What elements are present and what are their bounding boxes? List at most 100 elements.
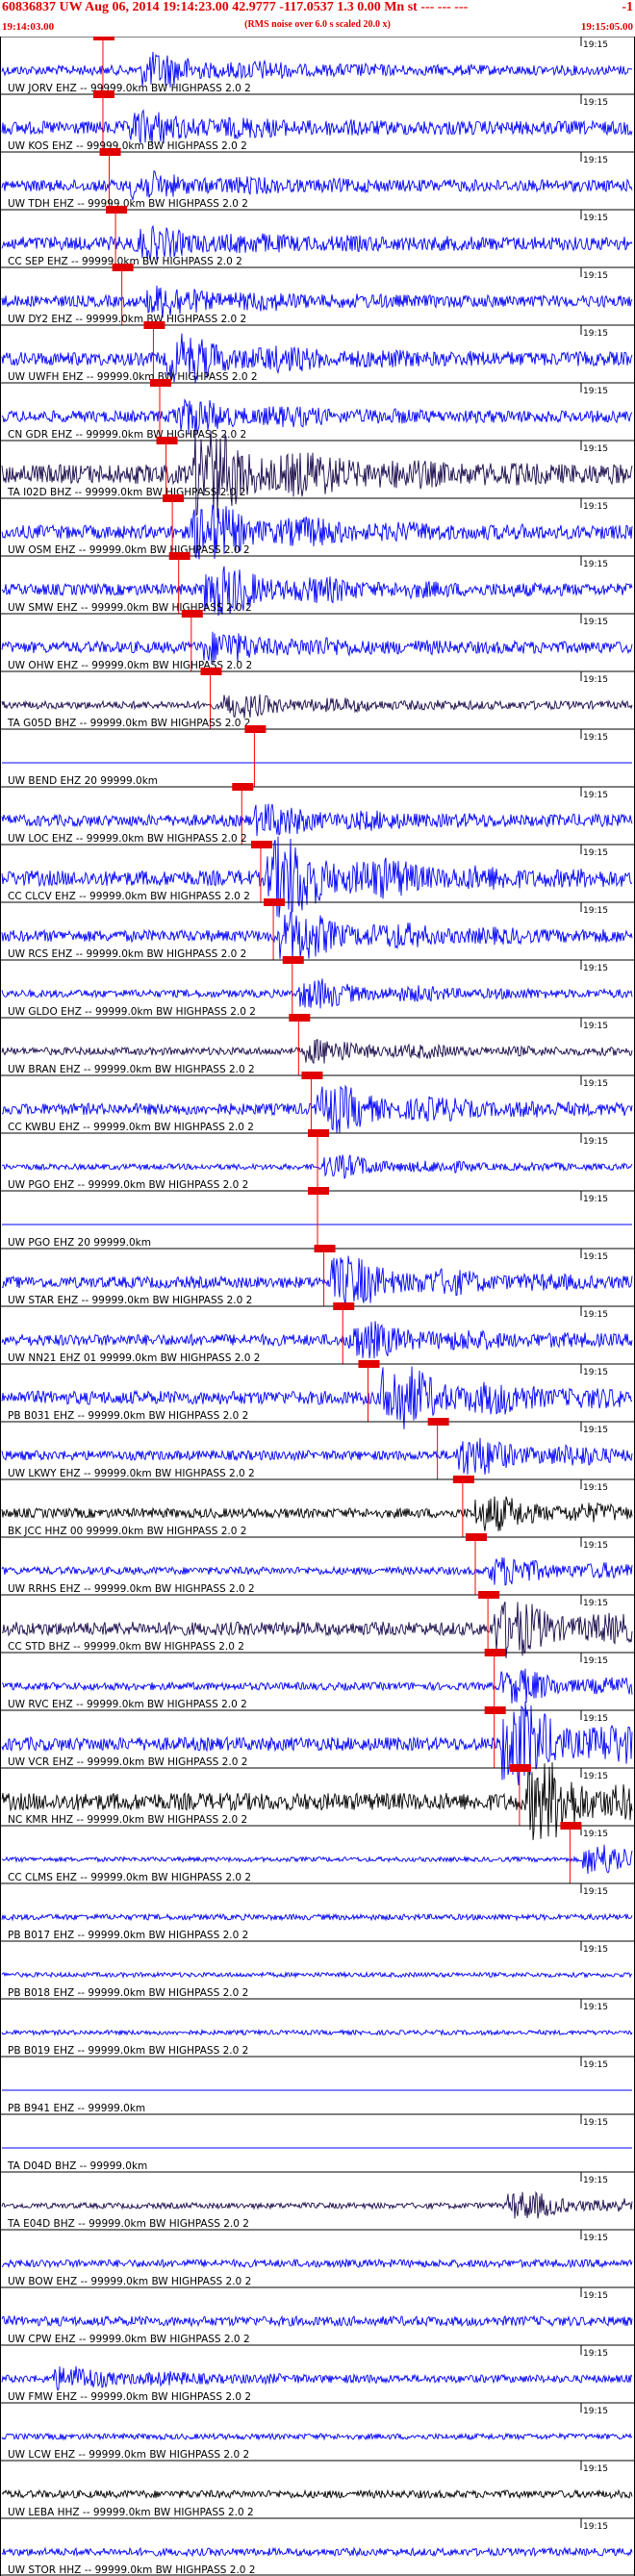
station-label: UW PGO EHZ 20 99999.0km — [8, 1237, 151, 1249]
phase-pick-marker — [92, 37, 114, 40]
minute-tick-label: 19:15 — [583, 1599, 608, 1608]
station-label: PB B019 EHZ -- 99999.0km BW HIGHPASS 2.0… — [8, 2045, 248, 2057]
waveform-trace — [1, 2258, 633, 2269]
waveform-trace — [1, 803, 633, 837]
station-label: CC CLMS EHZ -- 99999.0km BW HIGHPASS 2.0… — [8, 1872, 251, 1883]
waveform-trace — [1, 1844, 633, 1875]
station-label: TA G05D BHZ -- 99999.0km BW HIGHPASS 2.0… — [7, 718, 250, 729]
phase-pick-marker — [143, 321, 165, 329]
phase-pick-marker — [289, 1014, 311, 1022]
rms-note: (RMS noise over 6.0 s scaled 20.0 x) — [244, 19, 391, 30]
waveform-trace — [1, 430, 633, 518]
station-label: UW NN21 EHZ 01 99999.0km BW HIGHPASS 2.0… — [8, 1352, 260, 1364]
phase-pick-marker — [466, 1533, 487, 1541]
station-label: UW OSM EHZ -- 99999.0km BW HIGHPASS 2.0 … — [8, 544, 250, 556]
seismogram-panel: 19:15 UW JORV EHZ -- 99999.0km BW HIGHPAS… — [0, 37, 635, 2576]
minute-tick-label: 19:15 — [583, 2349, 608, 2359]
station-label: UW JORV EHZ -- 99999.0km BW HIGHPASS 2.0… — [8, 83, 251, 94]
minute-tick-label: 19:15 — [583, 1772, 608, 1781]
minute-tick-label: 19:15 — [583, 2464, 608, 2474]
phase-pick-marker — [308, 1129, 329, 1137]
waveform-trace — [1, 836, 633, 918]
end-time: 19:15:05.00 — [580, 21, 633, 33]
station-label: NC KMR HHZ -- 99999.0km BW HIGHPASS 2.0 … — [8, 1814, 247, 1826]
record-header: 60836837 UW Aug 06, 2014 19:14:23.00 42.… — [0, 0, 635, 37]
phase-pick-marker — [452, 1476, 474, 1483]
phase-pick-marker — [509, 1764, 531, 1772]
minute-tick-label: 19:15 — [583, 271, 608, 281]
phase-pick-marker — [163, 494, 185, 502]
station-label: TA I02D BHZ -- 99999.0km BW HIGHPASS 2.0… — [7, 487, 245, 498]
phase-pick-marker — [427, 1418, 449, 1426]
minute-tick-label: 19:15 — [583, 733, 608, 743]
phase-pick-marker — [250, 841, 272, 848]
phase-pick-marker — [478, 1591, 500, 1599]
phase-pick-marker — [560, 1822, 582, 1830]
minute-tick-label: 19:15 — [583, 214, 608, 223]
station-label: UW STAR EHZ -- 99999.0km BW HIGHPASS 2.0… — [8, 1295, 252, 1306]
minute-tick-label: 19:15 — [583, 2291, 608, 2301]
waveform-trace — [1, 631, 633, 664]
minute-tick-label: 19:15 — [583, 1368, 608, 1377]
waveform-trace — [1, 2365, 633, 2391]
phase-pick-marker — [314, 1245, 336, 1252]
minute-tick-label: 19:15 — [583, 1137, 608, 1147]
minute-tick-label: 19:15 — [583, 1887, 608, 1897]
minute-tick-label: 19:15 — [583, 1252, 608, 1262]
station-label: UW GLDO EHZ -- 99999.0km BW HIGHPASS 2.0… — [8, 1006, 256, 1018]
minute-tick-label: 19:15 — [583, 1426, 608, 1435]
minute-tick-label: 19:15 — [583, 1945, 608, 1955]
station-label: BK JCC HHZ 00 99999.0km BW HIGHPASS 2.0 … — [8, 1526, 246, 1537]
waveform-trace — [1, 2190, 633, 2219]
station-label: UW FMW EHZ -- 99999.0km BW HIGHPASS 2.0 … — [8, 2391, 251, 2403]
phase-pick-marker — [181, 610, 203, 618]
minute-tick-label: 19:15 — [583, 1022, 608, 1031]
minute-tick-label: 19:15 — [583, 906, 608, 916]
minute-tick-label: 19:15 — [583, 964, 608, 973]
minute-tick-label: 19:15 — [583, 1483, 608, 1493]
phase-pick-marker — [150, 379, 171, 387]
minute-tick-label: 19:15 — [583, 329, 608, 339]
minute-tick-label: 19:15 — [583, 2176, 608, 2185]
phase-pick-marker — [99, 148, 121, 156]
minute-tick-label: 19:15 — [583, 791, 608, 800]
phase-pick-marker — [232, 783, 254, 791]
minute-tick-label: 19:15 — [583, 1079, 608, 1089]
minute-tick-label: 19:15 — [583, 848, 608, 858]
station-label: PB B031 EHZ -- 99999.0km BW HIGHPASS 2.0… — [8, 1410, 248, 1422]
minute-tick-label: 19:15 — [583, 2003, 608, 2012]
minute-tick-label: 19:15 — [583, 444, 608, 454]
waveform-trace — [1, 2488, 633, 2500]
station-label: UW LKWY EHZ -- 99999.0km BW HIGHPASS 2.0… — [8, 1468, 255, 1479]
phase-pick-marker — [244, 725, 267, 733]
waveform-trace — [1, 1701, 633, 1786]
minute-tick-label: 19:15 — [583, 502, 608, 512]
minute-tick-label: 19:15 — [583, 675, 608, 685]
waveform-trace — [1, 109, 633, 145]
station-label: UW LCW EHZ -- 99999.0km BW HIGHPASS 2.0 … — [8, 2449, 249, 2461]
station-label: UW KOS EHZ -- 99999.0km BW HIGHPASS 2.0 … — [8, 140, 247, 152]
station-label: UW DY2 EHZ -- 99999.0km BW HIGHPASS 2.0 … — [8, 314, 246, 325]
station-label: PB B018 EHZ -- 99999.0km BW HIGHPASS 2.0… — [8, 1987, 248, 1999]
station-label: UW RVC EHZ -- 99999.0km BW HIGHPASS 2.0 … — [8, 1699, 247, 1710]
waveform-trace — [1, 2028, 633, 2037]
minute-tick-label: 19:15 — [583, 560, 608, 569]
minute-tick-label: 19:15 — [583, 2234, 608, 2243]
minute-tick-label: 19:15 — [583, 387, 608, 396]
phase-pick-marker — [168, 552, 190, 560]
phase-pick-marker — [264, 898, 286, 906]
phase-pick-marker — [301, 1072, 323, 1079]
minute-tick-label: 19:15 — [583, 2522, 608, 2532]
waveform-trace — [1, 1912, 633, 1922]
minute-tick-label: 19:15 — [583, 2407, 608, 2416]
phase-pick-marker — [92, 90, 114, 98]
station-label: CC STD BHZ -- 99999.0km BW HIGHPASS 2.0 … — [8, 1641, 244, 1653]
station-label: UW LOC EHZ -- 99999.0km BW HIGHPASS 2.0 … — [8, 833, 247, 845]
station-label: UW LEBA HHZ -- 99999.0km BW HIGHPASS 2.0… — [8, 2507, 254, 2518]
minute-tick-label: 19:15 — [583, 1310, 608, 1320]
station-label: UW CPW EHZ -- 99999.0km BW HIGHPASS 2.0 … — [8, 2334, 250, 2345]
station-label: TA D04D BHZ -- 99999.0km — [7, 2160, 147, 2172]
phase-pick-marker — [112, 264, 134, 271]
minute-tick-label: 19:15 — [583, 2118, 608, 2128]
station-label: CC CLCV EHZ -- 99999.0km BW HIGHPASS 2.0… — [8, 891, 250, 902]
